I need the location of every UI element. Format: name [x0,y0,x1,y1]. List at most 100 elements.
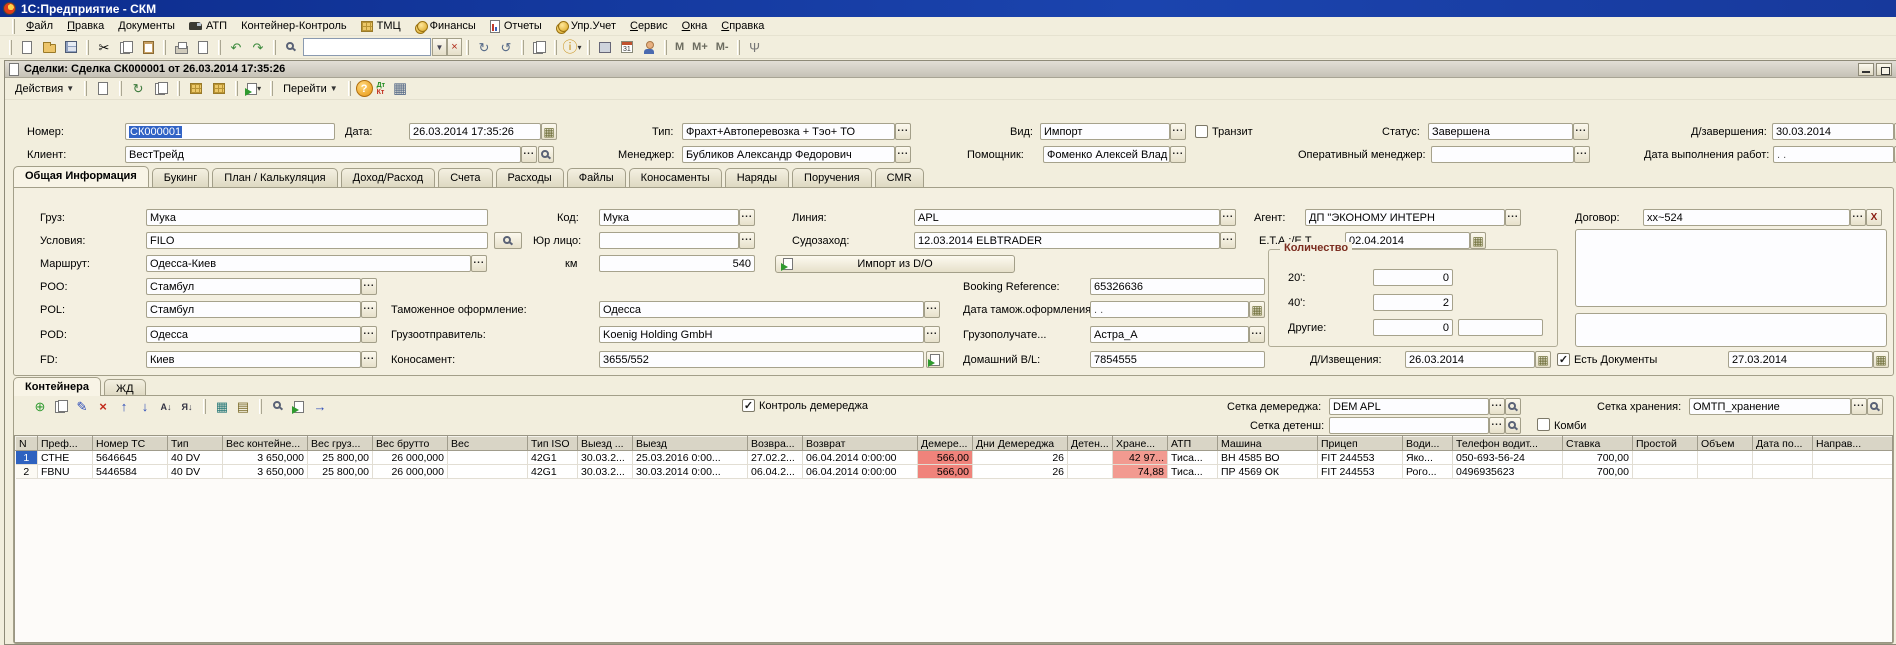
assistant-select-button[interactable]: ... [1170,146,1186,163]
detention-grid-field[interactable] [1329,417,1489,434]
move-down-button[interactable]: ↓ [136,398,154,415]
export-rows-button[interactable]: → [311,398,329,415]
cell[interactable] [447,464,528,479]
demurrage-grid-field[interactable]: DEM APL [1329,398,1489,415]
calculator-button[interactable] [594,37,616,57]
cell[interactable]: 1 [15,450,38,465]
list-output-button[interactable]: ▦ [213,398,231,415]
has-docs-checkbox[interactable]: ✓ [1557,353,1570,366]
column-header-1[interactable]: Преф... [37,436,93,451]
type-select-button[interactable]: ... [895,123,911,140]
storage-grid-search-button[interactable] [1867,398,1883,415]
save-button[interactable] [60,37,82,57]
booking-reference-field[interactable]: 65326636 [1090,278,1265,295]
column-header-20[interactable]: Води... [1402,436,1453,451]
add-row-button[interactable]: ⊕ [31,398,49,415]
qty-other2-field[interactable] [1458,319,1543,336]
customs-select-button[interactable]: ... [924,301,940,318]
undo-button[interactable]: ↶ [225,37,247,57]
docs-date-calendar-button[interactable] [1873,351,1889,368]
extra-notes-area[interactable] [1575,313,1887,347]
line-select-button[interactable]: ... [1220,209,1236,226]
column-header-26[interactable]: Направ... [1812,436,1892,451]
detention-grid-select-button[interactable]: ... [1489,417,1505,434]
copy-row-button[interactable] [52,398,70,415]
manager-select-button[interactable]: ... [895,146,911,163]
cell[interactable]: 2 [15,464,38,479]
poo-field[interactable]: Стамбул [146,278,361,295]
menu-file[interactable]: Файл [19,18,60,34]
refresh-button[interactable]: ↻ [473,37,495,57]
status-field[interactable]: Завершена [1428,123,1573,140]
actions-menu-button[interactable]: Действия ▼ [10,79,79,98]
contract-clear-button[interactable]: X [1866,209,1882,226]
storage-grid-field[interactable]: ОМТП_хранение [1689,398,1851,415]
cell[interactable]: Тиса... [1167,450,1218,465]
tab-booking[interactable]: Букинг [151,168,210,187]
cell[interactable]: 3 650,000 [222,464,308,479]
tab-assignments[interactable]: Поручения [792,168,872,187]
edit-row-button[interactable]: ✎ [73,398,91,415]
memory-m-plus-button[interactable]: M+ [688,37,712,57]
manager-field[interactable]: Бубликов Александр Федорович [682,146,895,163]
cell[interactable] [1752,450,1813,465]
column-header-24[interactable]: Объем [1697,436,1753,451]
agent-select-button[interactable]: ... [1505,209,1521,226]
cell[interactable]: 566,00 [917,450,973,465]
contract-field[interactable]: xx~524 [1643,209,1850,226]
containers-table-area[interactable]: N Преф... Номер ТС Тип Вес контейне... Вес гр… [14,435,1893,643]
cell[interactable] [1632,450,1698,465]
tab-expenses[interactable]: Расходы [495,168,564,187]
cell[interactable]: 700,00 [1562,450,1633,465]
menu-documents[interactable]: Документы [111,18,182,34]
notice-date-calendar-button[interactable] [1535,351,1551,368]
tab-general-info[interactable]: Общая Информация [13,166,149,187]
date-field[interactable]: 26.03.2014 17:35:26 [409,123,541,140]
calendar-button[interactable] [616,37,638,57]
menu-container-control[interactable]: Контейнер-Контроль [234,18,354,34]
storage-grid-select-button[interactable]: ... [1851,398,1867,415]
column-header-12[interactable]: Возврат [802,436,918,451]
cell[interactable]: 74,88 [1112,464,1168,479]
column-header-11[interactable]: Возвра... [747,436,803,451]
tab-invoices[interactable]: Счета [438,168,493,187]
cell[interactable] [1632,464,1698,479]
write-button[interactable] [92,79,114,99]
import-from-do-button[interactable]: Импорт из D/O [775,255,1015,273]
column-header-14[interactable]: Дни Демереджа [972,436,1068,451]
pod-field[interactable]: Одесса [146,326,361,343]
reread-button[interactable]: ↻ [127,79,149,99]
cell[interactable]: 42G1 [527,464,578,479]
home-bl-field[interactable]: 7854555 [1090,351,1265,368]
column-header-23[interactable]: Простой [1632,436,1698,451]
cell[interactable]: 40 DV [167,450,223,465]
tab-containers[interactable]: Контейнера [13,377,101,396]
voyage-select-button[interactable]: ... [1220,232,1236,249]
assistant-field[interactable]: Фоменко Алексей Влад [1043,146,1170,163]
status-select-button[interactable]: ... [1573,123,1589,140]
cell[interactable] [1067,464,1113,479]
delete-row-button[interactable]: × [94,398,112,415]
value-combobox[interactable] [303,38,431,56]
cut-button[interactable]: ✂ [93,37,115,57]
column-header-18[interactable]: Машина [1217,436,1318,451]
cell[interactable]: 30.03.2014 0:00... [632,464,748,479]
eta-field[interactable]: 02.04.2014 [1345,232,1470,249]
docs-date-field[interactable]: 27.03.2014 [1728,351,1873,368]
agent-field[interactable]: ДП "ЭКОНОМУ ИНТЕРН [1305,209,1505,226]
voyage-field[interactable]: 12.03.2014 ELBTRADER [914,232,1220,249]
transit-checkbox[interactable] [1195,125,1208,138]
date-calendar-button[interactable] [541,123,557,140]
cell[interactable]: 42G1 [527,450,578,465]
cell[interactable] [1697,450,1753,465]
qty-40-field[interactable]: 2 [1373,294,1453,311]
cell[interactable]: 566,00 [917,464,973,479]
search-row-button[interactable] [269,398,287,415]
cell[interactable]: Рого... [1402,464,1453,479]
poo-select-button[interactable]: ... [361,278,377,295]
entity-select-button[interactable]: ... [739,232,755,249]
column-header-3[interactable]: Тип [167,436,223,451]
tab-orders[interactable]: Наряды [724,168,790,187]
column-header-19[interactable]: Прицеп [1317,436,1403,451]
goto-menu-button[interactable]: Перейти ▼ [278,79,343,98]
